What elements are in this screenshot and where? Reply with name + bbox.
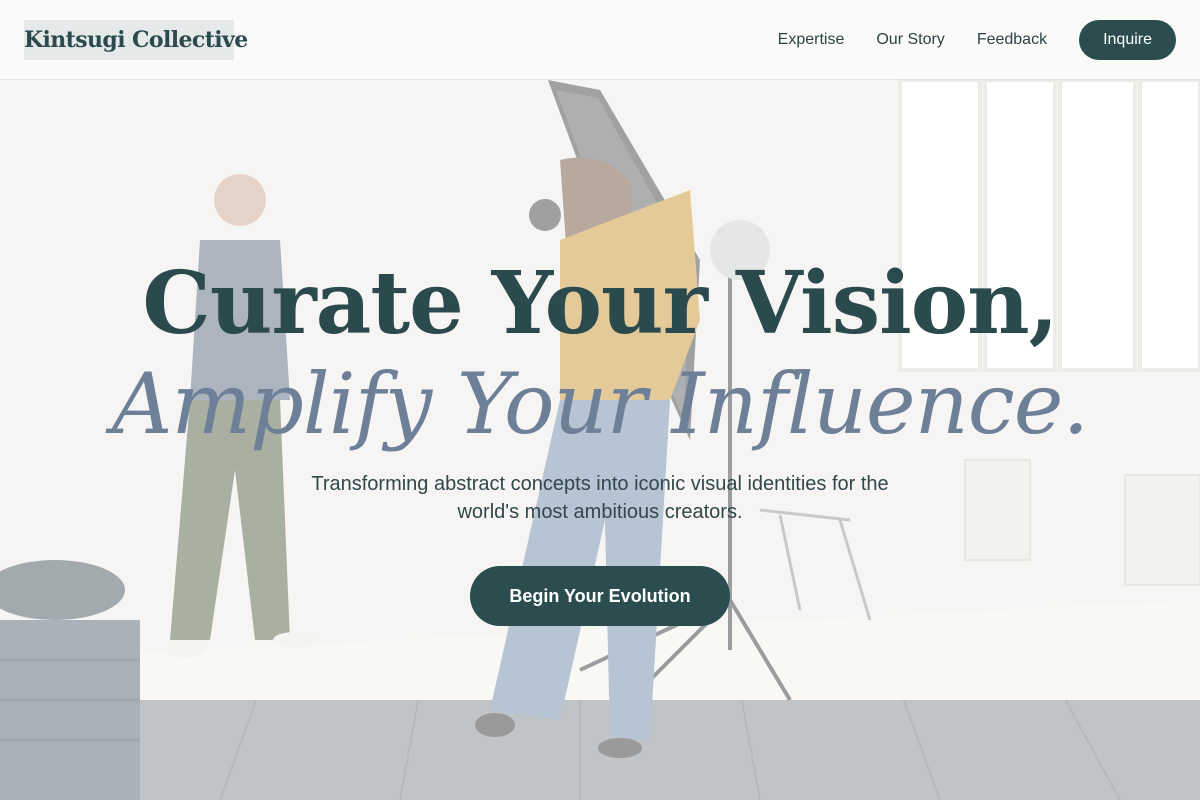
site-header: Kintsugi Collective Expertise Our Story … — [0, 0, 1200, 80]
nav-link-our-story[interactable]: Our Story — [876, 31, 944, 49]
nav-link-feedback[interactable]: Feedback — [977, 31, 1047, 49]
begin-evolution-button[interactable]: Begin Your Evolution — [470, 566, 730, 626]
nav-link-expertise[interactable]: Expertise — [778, 31, 845, 49]
inquire-button[interactable]: Inquire — [1079, 20, 1176, 60]
hero-headline-line2: Amplify Your Influence. — [111, 355, 1089, 453]
landing-page: Kintsugi Collective Expertise Our Story … — [0, 0, 1200, 800]
hero-subtitle: Transforming abstract concepts into icon… — [311, 473, 889, 523]
brand-logo[interactable]: Kintsugi Collective — [24, 20, 248, 60]
hero-headline-line1: Curate Your Vision, — [142, 253, 1058, 354]
main-nav: Expertise Our Story Feedback Inquire — [778, 20, 1176, 60]
